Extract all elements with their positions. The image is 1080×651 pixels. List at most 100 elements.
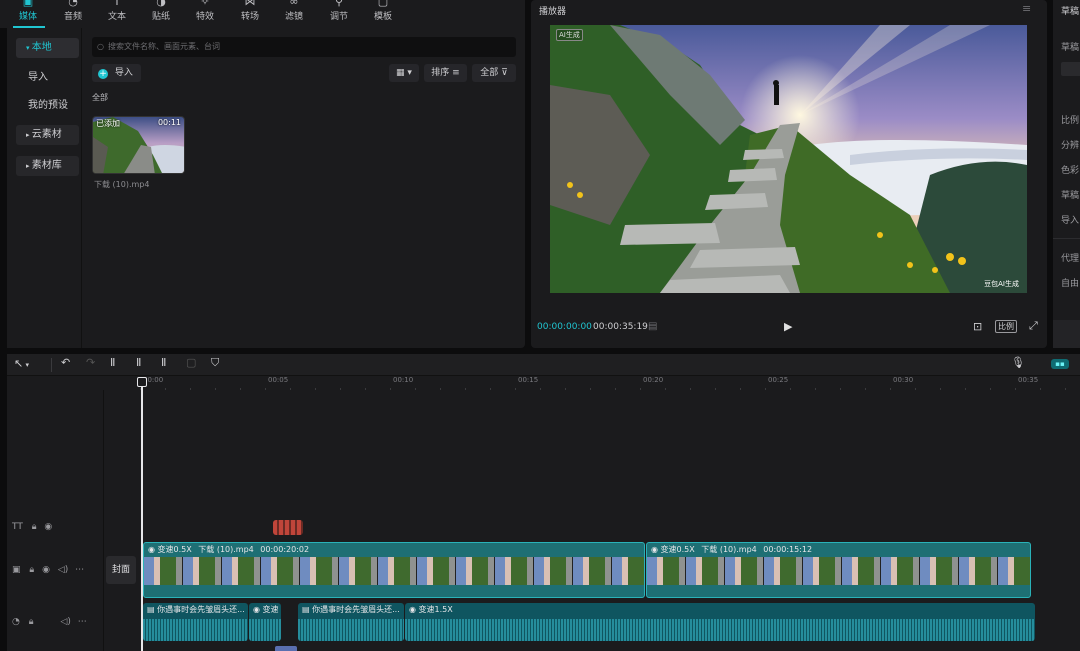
trim-left-icon[interactable]: Ⅱ <box>136 356 141 369</box>
cover-button[interactable]: 封面 <box>106 556 136 584</box>
menu-icon[interactable]: ≡ <box>1022 2 1031 15</box>
video-preview[interactable]: AI生成 豆包AI生成 <box>550 25 1027 293</box>
grid-icon: ▦ ▾ <box>396 68 412 78</box>
audio-icon: ◔ <box>68 0 78 8</box>
effects-icon: ✧ <box>200 0 210 8</box>
frame-grid-icon[interactable]: ▤ <box>648 321 657 332</box>
sidebar-item-local[interactable]: ▾ 本地 <box>16 38 79 58</box>
sort-button[interactable]: 排序 ≡ <box>424 64 467 82</box>
watermark: 豆包AI生成 <box>984 280 1019 288</box>
audio-clip-icon: ▤ <box>302 605 313 614</box>
ruler-tick: 00:20 <box>643 376 664 384</box>
video-track-icon: ▣ <box>12 565 21 575</box>
import-label: 导入 <box>1061 216 1080 226</box>
lock-icon[interactable]: 🔒︎ <box>29 565 34 575</box>
ruler-tick: 00:10 <box>393 376 414 384</box>
split-icon[interactable]: Ⅱ <box>110 356 115 369</box>
ratio-button[interactable]: 比例 <box>995 320 1017 333</box>
more-icon[interactable]: ⋯ <box>75 565 84 575</box>
volume-icon[interactable]: ◁) <box>60 617 70 627</box>
sort-icon: ≡ <box>452 68 460 78</box>
speed-icon: ◉ <box>253 605 263 614</box>
speed-icon: ◉ <box>409 605 419 614</box>
marker-icon[interactable]: ⛉ <box>211 356 219 370</box>
ruler-tick: 00:05 <box>268 376 289 384</box>
audio-clip[interactable]: ▤ 你遇事时会先皱眉头还... <box>143 603 248 641</box>
extra-clip-edge[interactable] <box>275 646 297 651</box>
text-icon: T <box>113 0 121 8</box>
divider <box>1053 238 1080 239</box>
view-mode-button[interactable]: ▦ ▾ <box>389 64 419 82</box>
ai-badge: AI生成 <box>556 29 583 41</box>
undo-icon[interactable]: ↶ <box>61 356 70 369</box>
fit-screen-icon[interactable]: ⊡ <box>973 320 982 333</box>
preview-image <box>550 25 1027 293</box>
clip-label: ▤ 你遇事时会先皱眉头还... <box>302 605 400 614</box>
tab-effects[interactable]: ✧ 特效 <box>183 0 227 28</box>
tab-filter[interactable]: ∞ 滤镜 <box>272 0 316 28</box>
filter-all-button[interactable]: 全部 ⊽ <box>472 64 516 82</box>
sidebar-item-cloud[interactable]: ▸ 云素材 <box>16 125 79 145</box>
timeline-toolbar <box>7 354 1080 376</box>
magnet-toggle-icon[interactable]: ▪▪ <box>1051 359 1069 369</box>
fullscreen-icon[interactable]: ⤢ <box>1029 319 1038 333</box>
audio-waveform <box>298 619 404 641</box>
text-track-icon: TT <box>12 522 23 532</box>
redo-icon[interactable]: ↷ <box>86 356 95 369</box>
audio-clip-icon: ▤ <box>147 605 158 614</box>
audio-track-header: ◔ 🔒︎ ◁) ⋯ <box>12 617 109 627</box>
tab-media[interactable]: ▣ 媒体 <box>6 0 50 28</box>
select-tool-icon[interactable]: ↖ ▾ <box>14 357 29 370</box>
playhead[interactable] <box>141 378 143 651</box>
tab-template[interactable]: ▢ 模板 <box>361 0 405 28</box>
search-input[interactable]: ○ 搜索文件名称、画面元素、台词 <box>92 37 516 57</box>
tab-adjust[interactable]: ⚲ 调节 <box>317 0 361 28</box>
media-thumbnail[interactable]: 已添加 00:11 <box>92 116 185 174</box>
sidebar-item-presets[interactable]: 我的预设 <box>18 96 68 116</box>
microphone-icon[interactable]: 🎙 <box>1011 356 1025 369</box>
lock-icon[interactable]: 🔒︎ <box>29 617 34 627</box>
draft-label-2: 草稿 <box>1061 191 1080 201</box>
tab-transition[interactable]: ⋈ 转场 <box>228 0 272 28</box>
more-icon[interactable]: ⋯ <box>78 617 87 627</box>
trim-right-icon[interactable]: Ⅱ <box>161 356 166 369</box>
clip-duration: 00:11 <box>157 118 181 127</box>
video-clip[interactable]: ◉ 变速0.5X 下载 (10).mp4 00:00:20:02 <box>143 542 645 598</box>
ruler-tick: 00:15 <box>518 376 539 384</box>
audio-clip[interactable]: ◉ 变速 <box>249 603 281 641</box>
tab-text[interactable]: T 文本 <box>95 0 139 28</box>
video-clip[interactable]: ◉ 变速0.5X 下载 (10).mp4 00:00:15:12 <box>646 542 1031 598</box>
ruler-minor-ticks <box>140 388 1080 390</box>
filter-icon: ∞ <box>289 0 299 8</box>
tab-sticker[interactable]: ◑ 贴纸 <box>139 0 183 28</box>
video-filmstrip <box>144 557 644 585</box>
audio-clip[interactable]: ◉ 变速1.5X <box>405 603 1035 641</box>
audio-clip[interactable]: ▤ 你遇事时会先皱眉头还... <box>298 603 404 641</box>
lock-icon[interactable]: 🔒︎ <box>32 522 37 532</box>
free-label: 自由 <box>1061 279 1080 289</box>
plus-icon: + <box>98 69 108 79</box>
text-track-header: TT 🔒︎ ◉ <box>12 522 109 532</box>
import-button[interactable]: + 导入 <box>92 64 141 82</box>
volume-icon[interactable]: ◁) <box>58 565 68 575</box>
total-time: 00:00:35:19 <box>593 322 648 332</box>
ruler-tick: 00:35 <box>1018 376 1039 384</box>
text-clip-markers[interactable] <box>273 520 303 535</box>
proxy-label: 代理 <box>1061 254 1080 264</box>
color-label: 色彩 <box>1061 166 1080 176</box>
save-field[interactable] <box>1061 62 1080 76</box>
sidebar-item-library[interactable]: ▸ 素材库 <box>16 156 79 176</box>
audio-waveform <box>405 619 1035 641</box>
delete-icon[interactable]: ▢ <box>186 356 196 369</box>
eye-icon[interactable]: ◉ <box>42 565 50 575</box>
ratio-label: 比例 <box>1061 116 1080 126</box>
adjust-icon: ⚲ <box>334 0 344 8</box>
current-time: 00:00:00:00 <box>537 322 592 332</box>
draft-panel-title: 草稿 <box>1061 7 1080 17</box>
tab-audio[interactable]: ◔ 音频 <box>51 0 95 28</box>
play-icon[interactable]: ▶ <box>784 320 792 333</box>
eye-icon[interactable]: ◉ <box>44 522 52 532</box>
playhead-handle[interactable] <box>137 377 147 387</box>
panel-footer <box>1053 320 1080 348</box>
sidebar-item-import[interactable]: 导入 <box>18 68 48 88</box>
